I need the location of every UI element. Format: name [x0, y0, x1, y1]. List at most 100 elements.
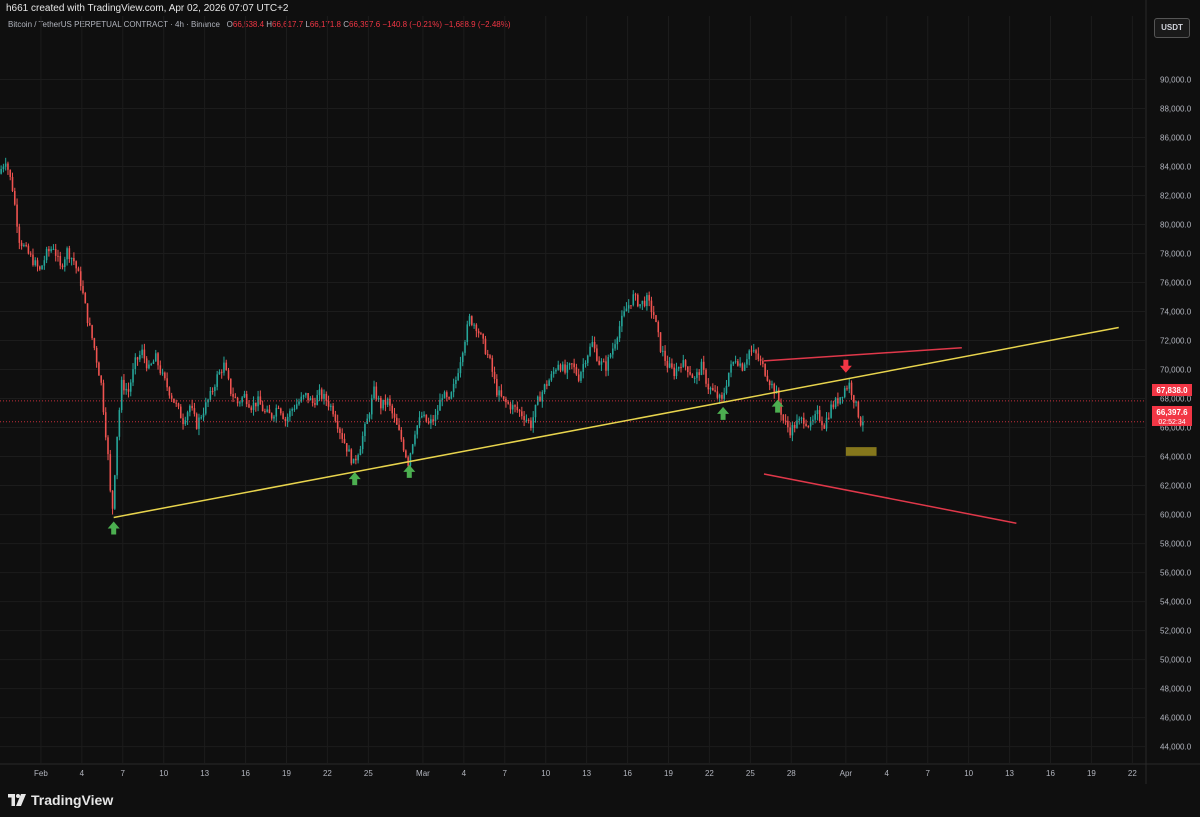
- candle-body: [484, 338, 487, 355]
- time-tick-label: 4: [462, 769, 467, 778]
- candle-body: [436, 410, 439, 415]
- price-tick-label: 64,000.0: [1160, 453, 1192, 462]
- candle-body: [732, 361, 735, 365]
- candle-body: [325, 393, 328, 401]
- candle-body: [245, 394, 248, 405]
- candle-body: [593, 341, 596, 349]
- candle-body: [841, 396, 844, 398]
- candle-body: [641, 300, 644, 305]
- candle-body: [550, 374, 553, 381]
- price-tick-label: 60,000.0: [1160, 511, 1192, 520]
- candle-body: [596, 348, 598, 361]
- candle-body: [41, 265, 43, 270]
- candle-body: [302, 395, 305, 397]
- candle-body: [573, 363, 575, 368]
- candle-body: [498, 390, 500, 396]
- candle-body: [743, 364, 746, 371]
- candle-body: [357, 455, 359, 461]
- drawings: [0, 326, 1146, 525]
- candle-body: [420, 415, 423, 418]
- chart-canvas[interactable]: 44,000.0 46,000.0 48,000.0 50,000.0 52,000.0…: [0, 0, 1200, 784]
- candle-body: [64, 259, 66, 268]
- candle-body: [118, 410, 121, 437]
- candle-body: [111, 490, 114, 509]
- candle-body: [605, 361, 607, 371]
- candle-body: [70, 257, 73, 260]
- candle-body: [425, 414, 428, 422]
- candle-body: [609, 354, 612, 358]
- candle-body: [571, 363, 573, 365]
- candle-body: [682, 360, 685, 368]
- time-tick-label: 16: [241, 769, 250, 778]
- candle-body: [107, 437, 109, 455]
- candle-body: [621, 315, 623, 327]
- candle-body: [723, 393, 726, 399]
- candle-body: [139, 354, 141, 360]
- candle-body: [154, 353, 157, 362]
- candle-body: [766, 375, 769, 381]
- candle-body: [266, 409, 268, 412]
- candle-body: [646, 295, 648, 306]
- candle-body: [277, 407, 280, 409]
- candle-body: [352, 458, 355, 464]
- target-box: [845, 447, 877, 456]
- candle-body: [675, 368, 678, 377]
- candle-body: [43, 260, 46, 266]
- candle-body: [86, 303, 89, 324]
- trendline: [113, 326, 1119, 519]
- candle-body: [95, 347, 98, 363]
- candle-body: [393, 413, 396, 418]
- candle-body: [600, 361, 603, 365]
- candle-body: [461, 352, 464, 363]
- candle-body: [586, 355, 589, 363]
- candle-body: [143, 349, 146, 359]
- candle-body: [198, 417, 200, 429]
- time-tick-label: 13: [582, 769, 591, 778]
- candle-body: [423, 414, 425, 416]
- price-tick-label: 52,000.0: [1160, 627, 1192, 636]
- time-tick-label: 10: [541, 769, 550, 778]
- candle-body: [109, 454, 112, 491]
- candle-body: [502, 396, 505, 399]
- candle-body: [473, 324, 475, 326]
- candle-body: [752, 350, 755, 352]
- candle-body: [177, 403, 180, 407]
- candle-body: [834, 398, 837, 408]
- candle-body: [721, 394, 723, 399]
- candle-body: [850, 382, 853, 396]
- candle-body: [293, 408, 296, 410]
- candle-body: [368, 414, 371, 419]
- candle-body: [18, 226, 21, 243]
- candle-body: [127, 388, 130, 392]
- price-tick-label: 78,000.0: [1160, 250, 1192, 259]
- candle-body: [411, 444, 414, 454]
- time-tick-label: 22: [1128, 769, 1137, 778]
- time-tick-label: Apr: [840, 769, 853, 778]
- candle-body: [482, 333, 484, 339]
- candle-body: [507, 402, 509, 404]
- time-axis[interactable]: Feb 4 7 10 13 16 19 22 25 Mar 4 7 10 13 16 19 22 25 28 Apr 4…: [34, 769, 1137, 778]
- tradingview-logo-icon: [8, 794, 26, 806]
- candle-body: [327, 400, 330, 407]
- candle-body: [182, 418, 184, 425]
- candle-body: [707, 383, 710, 390]
- candle-body: [430, 419, 432, 424]
- candle-body: [741, 363, 744, 371]
- candle-body: [314, 402, 316, 405]
- level-label: 67,838.0: [1156, 386, 1188, 395]
- tradingview-logo[interactable]: TradingView: [8, 792, 113, 808]
- candle-body: [175, 402, 178, 404]
- candle-body: [161, 372, 164, 374]
- candle-body: [452, 383, 455, 393]
- candle-body: [209, 390, 212, 400]
- candle-body: [191, 405, 193, 409]
- candle-body: [823, 425, 826, 429]
- candle-body: [734, 361, 737, 363]
- candle-body: [639, 304, 641, 307]
- candle-body: [100, 375, 102, 383]
- candle-body: [673, 367, 675, 377]
- footer: [0, 784, 1200, 817]
- candle-body: [225, 362, 228, 371]
- candle-body: [791, 424, 794, 436]
- price-labels: 67,838.0 66,397.6 02:52:34: [1152, 384, 1192, 426]
